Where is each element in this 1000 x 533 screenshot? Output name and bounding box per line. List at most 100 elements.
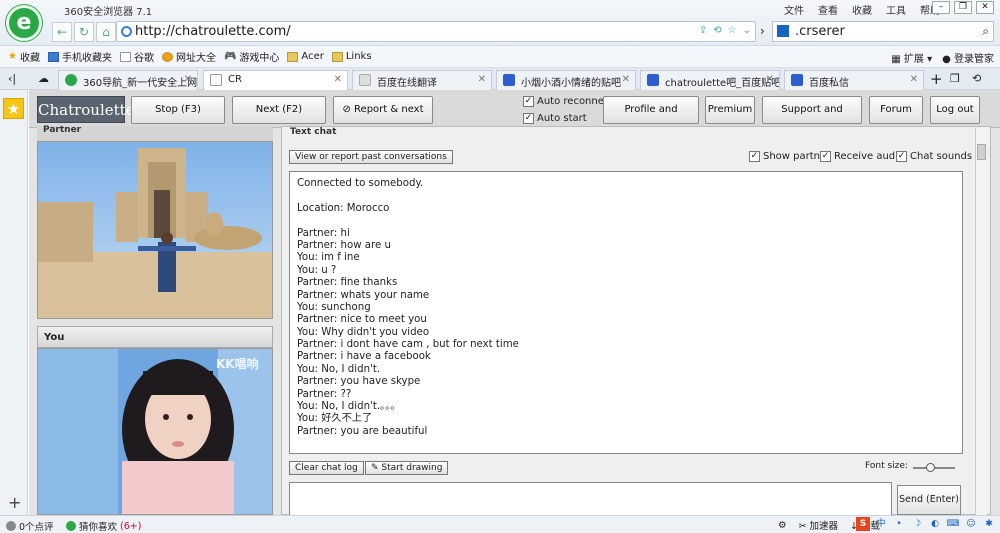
back-icon[interactable]: ←	[52, 22, 72, 42]
chat-message	[297, 215, 955, 227]
window-controls: – ❐ ✕	[932, 1, 994, 14]
auto-start-checkbox[interactable]: ✓ Auto start	[523, 113, 587, 124]
view-report-button[interactable]: View or report past conversations	[289, 150, 453, 164]
tab-baidu-message[interactable]: 百度私信 ✕	[784, 70, 924, 90]
sogou-icon[interactable]: S	[856, 517, 870, 531]
search-box[interactable]: .crserer ⌕	[772, 21, 994, 42]
support-button[interactable]: Support and contacts	[762, 96, 862, 141]
bookmark-games[interactable]: 🎮 游戏中心	[224, 49, 279, 64]
chat-message: Partner: how are u	[297, 239, 391, 251]
chat-message	[297, 190, 955, 202]
tab-close-icon: ✕	[183, 74, 192, 85]
ime-moon-icon[interactable]: ☽	[910, 517, 924, 531]
chat-message: Partner: fine thanks	[297, 277, 398, 289]
login-manager-button[interactable]: ● 登录管家	[942, 50, 994, 65]
font-size-slider-handle[interactable]	[926, 463, 935, 472]
receive-audio-checkbox[interactable]: ✓ Receive audio	[820, 151, 904, 162]
browser-logo-icon: e	[6, 5, 42, 41]
checkbox-checked-icon: ✓	[749, 151, 760, 162]
chat-message: Connected to somebody.	[297, 178, 424, 189]
extensions-button[interactable]: ▦ 扩展 ▾	[891, 50, 932, 65]
font-size-label: Font size:	[865, 461, 908, 471]
menu-favorites[interactable]: 收藏	[852, 2, 872, 17]
you-header: You	[37, 326, 273, 348]
tab-360-nav[interactable]: 360导航_新一代安全上网 ✕	[58, 70, 198, 90]
search-input[interactable]: .crserer	[795, 24, 845, 39]
stop-button[interactable]: Stop (F3)	[131, 96, 225, 124]
next-button[interactable]: Next (F2)	[232, 96, 326, 124]
browser-titlebar: e 360安全浏览器 7.1 文件 查看 收藏 工具 帮助 – ❐ ✕ ← ↻ …	[0, 0, 1000, 46]
dropdown-icon[interactable]: ⌄	[743, 25, 751, 36]
url-actions: ⇪ ⟲ ☆ ⌄	[699, 25, 751, 36]
forum-button[interactable]: Forum	[869, 96, 923, 124]
chatroulette-logo[interactable]: Chatroulette	[37, 96, 135, 123]
globe-icon	[121, 26, 132, 37]
bookmark-portal[interactable]: 网址大全	[161, 49, 216, 64]
chat-message: Partner: i have a facebook	[297, 351, 431, 363]
chat-message: You: sunchong	[297, 301, 371, 313]
ime-punct-icon[interactable]: •	[892, 517, 906, 531]
refresh-icon[interactable]: ↻	[74, 22, 94, 42]
chat-message: You: u ?	[297, 264, 337, 276]
send-button[interactable]: Send (Enter)	[897, 485, 961, 515]
rss-icon[interactable]: ⟲	[713, 25, 721, 36]
chat-message: Partner: i dont have cam , but for next …	[297, 339, 519, 351]
close-window-icon[interactable]: ✕	[976, 1, 994, 14]
tab-scroll-left-icon[interactable]: ‹|	[8, 72, 16, 85]
ime-chinese-icon[interactable]: 中	[874, 517, 888, 531]
report-icon: ⊘	[342, 104, 355, 115]
clear-log-button[interactable]: Clear chat log	[289, 461, 364, 475]
share-icon[interactable]: ⇪	[699, 25, 707, 36]
checkbox-checked-icon: ✓	[820, 151, 831, 162]
home-icon[interactable]: ⌂	[96, 22, 116, 42]
minimize-icon[interactable]: –	[932, 1, 950, 14]
partner-header: Partner	[37, 126, 273, 141]
ime-keyboard-icon[interactable]: ⌨	[946, 517, 960, 531]
ime-user-icon[interactable]: ☺	[964, 517, 978, 531]
bookmark-links[interactable]: Links	[331, 51, 372, 62]
favorite-star-icon[interactable]: ☆	[728, 25, 737, 36]
report-next-button[interactable]: ⊘ Report & next (F4)	[333, 96, 433, 141]
search-icon[interactable]: ⌕	[982, 24, 989, 39]
ime-voice-icon[interactable]: ◐	[928, 517, 942, 531]
menu-view[interactable]: 查看	[818, 2, 838, 17]
cloud-icon[interactable]: ☁	[38, 72, 49, 85]
maximize-icon[interactable]: ❐	[954, 1, 972, 14]
show-partner-checkbox[interactable]: ✓ Show partner	[749, 151, 830, 162]
accelerator-button[interactable]: ✂ 加速器	[799, 518, 839, 532]
settings-icon[interactable]: ⚙	[778, 520, 787, 531]
browser-menu: 文件 查看 收藏 工具 帮助	[784, 2, 940, 17]
premium-button[interactable]: Premium	[705, 96, 755, 124]
menu-file[interactable]: 文件	[784, 2, 804, 17]
start-drawing-button[interactable]: ✎ Start drawing	[365, 461, 449, 475]
comments-status[interactable]: 0个点评	[6, 519, 54, 533]
chat-sounds-checkbox[interactable]: ✓ Chat sounds	[896, 151, 972, 162]
tab-tieba-1[interactable]: 小烟小酒小情绪的贴吧 ✕	[496, 70, 636, 90]
favorites-star-icon[interactable]: ★	[3, 98, 24, 119]
ime-tools-icon[interactable]: ✱	[982, 517, 996, 531]
guess-you-like[interactable]: 猜你喜欢 (6+)	[66, 519, 141, 533]
new-tab-icon[interactable]: +	[930, 70, 943, 88]
bookmark-favorites[interactable]: ★ 收藏	[8, 49, 40, 64]
page-scrollbar[interactable]	[975, 128, 987, 515]
auto-reconnect-checkbox[interactable]: ✓ Auto reconnect	[523, 96, 613, 107]
chevron-right-icon[interactable]: ›	[760, 24, 765, 38]
you-video-image	[38, 349, 272, 514]
chat-message: You: 好久不上了	[297, 413, 373, 425]
tab-cr[interactable]: CR ✕	[203, 70, 348, 91]
logout-button[interactable]: Log out	[930, 96, 980, 124]
chat-input[interactable]	[289, 482, 892, 515]
tab-list-icon[interactable]: ❐	[950, 72, 960, 85]
profile-settings-button[interactable]: Profile and settings	[603, 96, 699, 141]
tab-baidu-translate[interactable]: 百度在线翻译 ✕	[352, 70, 492, 90]
sidebar-add-icon[interactable]: +	[8, 493, 21, 512]
menu-tools[interactable]: 工具	[886, 2, 906, 17]
chat-log: Connected to somebody. Location: Morocco…	[289, 171, 963, 454]
bookmark-acer[interactable]: Acer	[287, 51, 324, 62]
bookmark-mobile[interactable]: 手机收藏夹	[47, 49, 112, 64]
bookmark-google[interactable]: 谷歌	[119, 49, 154, 64]
address-bar[interactable]: http://chatroulette.com/ ⇪ ⟲ ☆ ⌄	[116, 21, 756, 42]
restore-tab-icon[interactable]: ⟲	[972, 72, 981, 85]
scrollbar-thumb[interactable]	[977, 144, 986, 160]
tab-tieba-chatroulette[interactable]: chatroulette吧_百度贴吧 ✕	[640, 70, 780, 90]
